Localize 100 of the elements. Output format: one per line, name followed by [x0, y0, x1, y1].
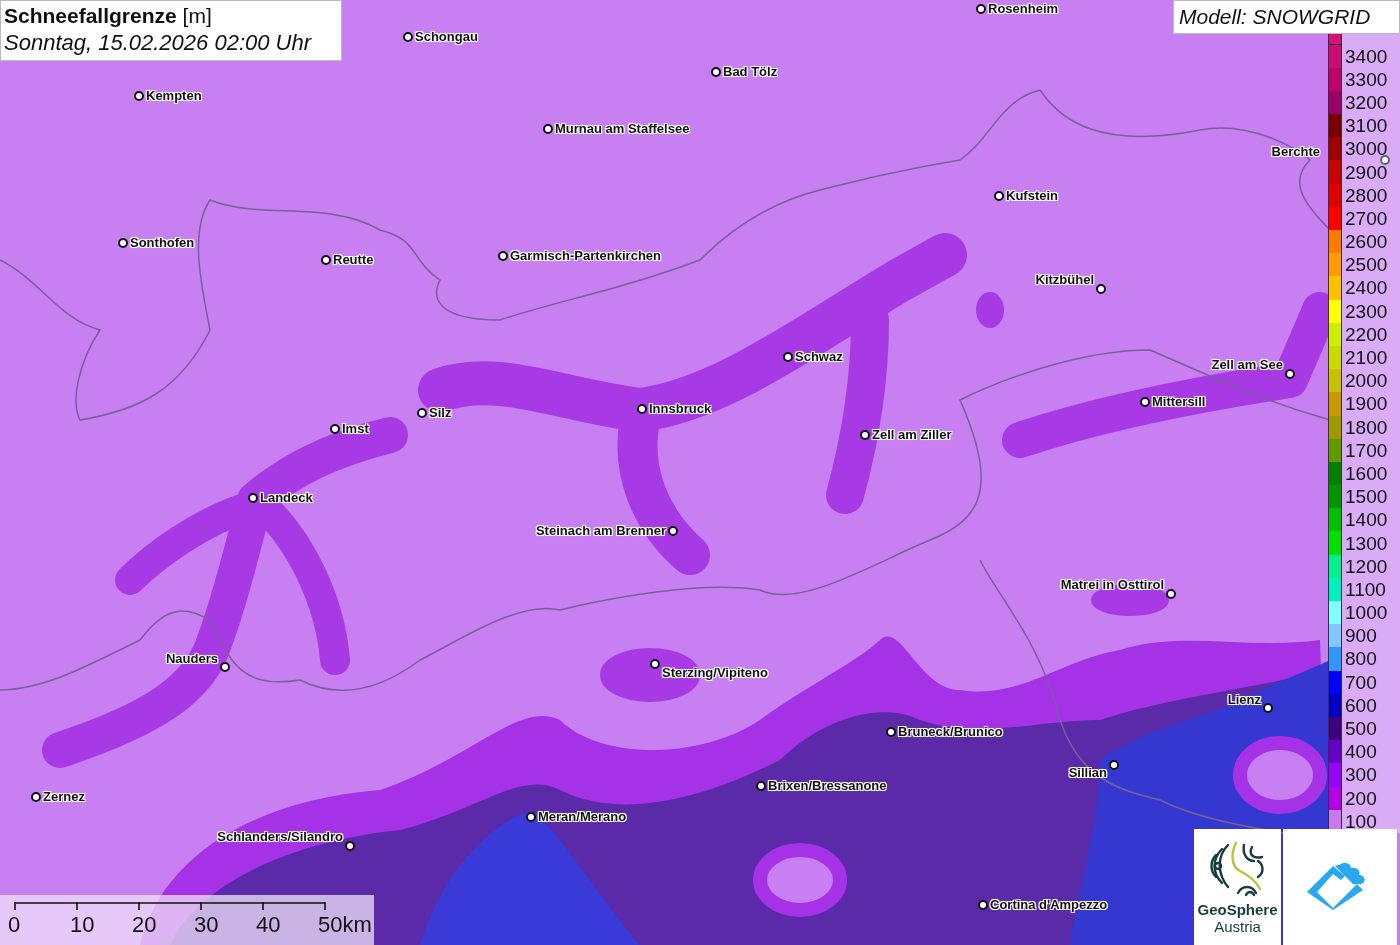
legend-value: 1600	[1344, 462, 1388, 485]
legend-value: 1400	[1344, 509, 1388, 532]
legend-value: 1100	[1344, 578, 1386, 601]
legend-value: 700	[1344, 671, 1377, 694]
location-dot-icon	[783, 352, 793, 362]
legend-value: 1700	[1344, 439, 1388, 462]
place-label: Landeck	[260, 490, 313, 506]
place-label: Imst	[342, 421, 369, 437]
model-label: Modell: SNOWGRID	[1173, 0, 1400, 34]
location-dot-icon	[1285, 369, 1295, 379]
scale-label: 50km	[318, 912, 372, 938]
legend-value: 300	[1344, 764, 1377, 787]
location-dot-icon	[756, 781, 766, 791]
place-label: Zell am Ziller	[872, 427, 952, 443]
location-dot-icon	[1096, 284, 1106, 294]
location-dot-icon	[1263, 703, 1273, 713]
place-label: Meran/Merano	[538, 809, 627, 825]
legend-value: 1800	[1344, 416, 1388, 439]
legend-value: 800	[1344, 648, 1377, 671]
legend-value: 200	[1344, 787, 1377, 810]
place-label: Berchte	[1271, 144, 1320, 160]
place-label: Schongau	[415, 29, 478, 45]
place-label: Brixen/Bressanone	[768, 778, 887, 794]
contour-lines-icon	[1209, 841, 1264, 897]
logo-text: GeoSphere	[1197, 901, 1278, 918]
legend-value: 1300	[1344, 532, 1388, 555]
place-label: Murnau am Staffelsee	[555, 121, 690, 137]
place-label: Rosenheim	[988, 1, 1059, 17]
legend-value: 2200	[1344, 323, 1388, 346]
place-label: Nauders	[165, 651, 218, 667]
place-label: Matrei in Osttirol	[1060, 577, 1164, 593]
legend-value: 3200	[1344, 91, 1388, 114]
place-label: Steinach am Brenner	[535, 523, 666, 539]
legend-value: 1900	[1344, 393, 1388, 416]
place-label: Bruneck/Brunico	[898, 724, 1003, 740]
legend-value: 2400	[1344, 277, 1388, 300]
scale-label: 40	[256, 912, 281, 938]
legend-value: 3400	[1344, 45, 1388, 68]
location-dot-icon	[668, 526, 678, 536]
legend-value: 1200	[1344, 555, 1388, 578]
scale-label: 20	[132, 912, 157, 938]
legend-value: 100	[1344, 810, 1377, 833]
location-dot-icon	[978, 900, 988, 910]
legend-swatch	[1328, 34, 1342, 45]
legend-value: 600	[1344, 694, 1377, 717]
place-label: Kempten	[146, 88, 202, 104]
location-dot-icon	[1140, 397, 1150, 407]
legend-value: 900	[1344, 625, 1377, 648]
legend-value: 2000	[1344, 370, 1388, 393]
location-dot-icon	[330, 424, 340, 434]
location-dot-icon	[886, 727, 896, 737]
place-label: Kitzbühel	[1035, 272, 1094, 288]
legend-value: 400	[1344, 741, 1377, 764]
location-dot-icon	[860, 430, 870, 440]
location-dot-icon	[498, 251, 508, 261]
legend-value: 3300	[1344, 68, 1388, 91]
location-dot-icon	[220, 662, 230, 672]
location-dot-icon	[321, 255, 331, 265]
location-dot-icon	[1166, 589, 1176, 599]
location-dot-icon	[1380, 155, 1390, 165]
location-dot-icon	[31, 792, 41, 802]
legend-value: 2100	[1344, 347, 1388, 370]
legend-value: 2500	[1344, 254, 1388, 277]
legend-value: 1500	[1344, 486, 1388, 509]
location-dot-icon	[711, 67, 721, 77]
location-dot-icon	[650, 659, 660, 669]
location-dot-icon	[994, 191, 1004, 201]
legend-value: 2900	[1344, 161, 1388, 184]
location-dot-icon	[1109, 760, 1119, 770]
place-label: Innsbruck	[649, 401, 712, 417]
location-dot-icon	[526, 812, 536, 822]
place-label: Sterzing/Vipiteno	[662, 665, 768, 681]
place-label: Silz	[429, 405, 452, 421]
legend-value: 500	[1344, 718, 1377, 741]
roof-cloud-icon	[1307, 862, 1365, 910]
location-dot-icon	[248, 493, 258, 503]
location-dot-icon	[637, 404, 647, 414]
legend-value: 2600	[1344, 231, 1388, 254]
place-label: Schwaz	[795, 349, 843, 365]
location-dot-icon	[403, 32, 413, 42]
legend-value: 2700	[1344, 207, 1388, 230]
logo-text: Austria	[1214, 918, 1261, 935]
scale-label: 0	[8, 912, 21, 938]
legend-value: 3100	[1344, 115, 1388, 138]
place-label: Sonthofen	[130, 235, 195, 251]
legend-value: 2800	[1344, 184, 1388, 207]
place-label: Cortina d'Ampezzo	[990, 897, 1108, 913]
place-label: Sillian	[1068, 765, 1107, 781]
place-label: Reutte	[333, 252, 374, 268]
location-dot-icon	[134, 91, 144, 101]
location-dot-icon	[345, 841, 355, 851]
place-label: Mittersill	[1152, 394, 1206, 410]
scale-label: 10	[70, 912, 95, 938]
legend-value: 3000	[1344, 138, 1388, 161]
map-title: Schneefallgrenze [m]	[4, 3, 213, 29]
location-dot-icon	[118, 238, 128, 248]
place-label: Schlanders/Silandro	[217, 829, 343, 845]
legend-value: 2300	[1344, 300, 1388, 323]
place-label: Garmisch-Partenkirchen	[510, 248, 661, 264]
place-label: Zell am See	[1211, 357, 1283, 373]
